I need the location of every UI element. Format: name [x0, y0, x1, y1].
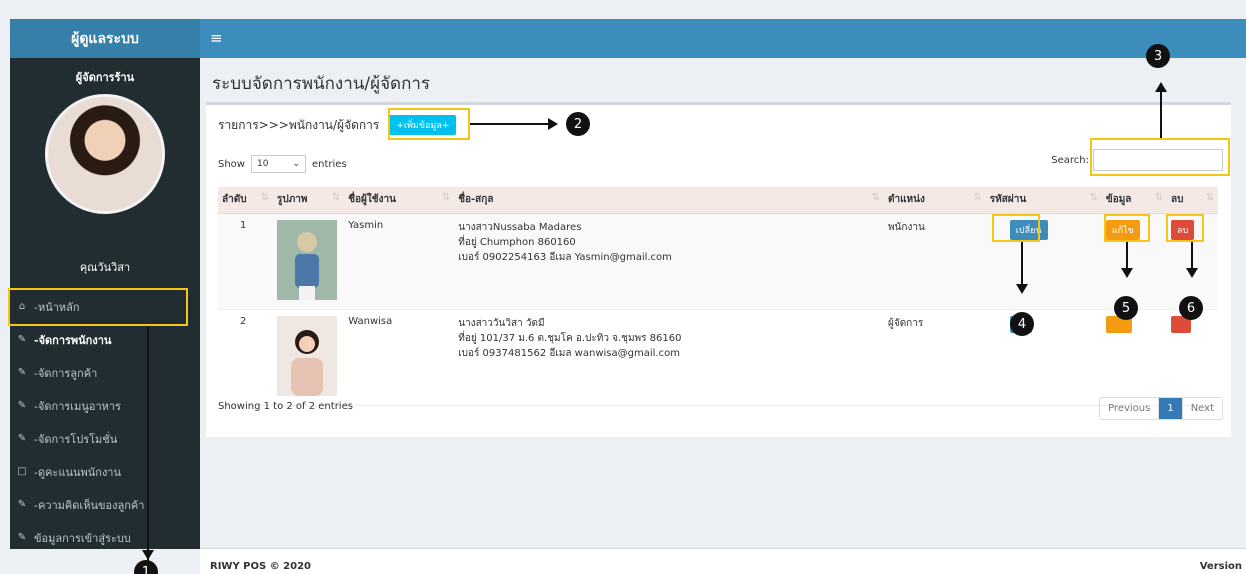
pagination: Previous 1 Next — [1099, 397, 1223, 420]
row-fullname: นางสาวNussaba Madares — [458, 221, 582, 233]
copyright: RIWY POS © 2020 — [210, 561, 312, 572]
avatar — [45, 94, 165, 214]
edit-icon: ✎ — [17, 367, 27, 378]
version-label: Version — [1199, 561, 1242, 572]
row-position: พนักงาน — [883, 213, 986, 310]
user-role: ผู้จัดการร้าน — [75, 71, 135, 84]
hamburger-menu-icon[interactable]: ≡ — [210, 29, 223, 47]
page-size-select[interactable]: 10 ⌄ — [250, 155, 306, 173]
row-photo-cell — [272, 309, 345, 406]
row-details: นางสาวNussaba Madares ที่อยู่ Chumphon 8… — [454, 213, 884, 310]
sidebar: ผู้ดูแลระบบ ผู้จัดการร้าน คุณวันวิสา ⌂ -ห… — [10, 19, 200, 549]
edit-icon: ✎ — [17, 433, 27, 444]
table-header-row: ลำดับ ⇅ รูปภาพ ⇅ ชื่อผู้ใช้งาน ⇅ ชื่อ-สกุล ⇅… — [218, 187, 1218, 214]
highlight-box — [992, 214, 1040, 242]
row-number: 2 — [218, 309, 273, 406]
row-username: Yasmin — [344, 213, 455, 310]
highlight-box — [1166, 214, 1204, 242]
column-header-delete[interactable]: ลบ ⇅ — [1167, 187, 1218, 214]
highlight-box — [1104, 214, 1150, 242]
row-delete-cell — [1167, 309, 1218, 406]
edit-icon: ✎ — [17, 334, 27, 345]
row-username: Wanwisa — [344, 309, 455, 406]
callout-5: 5 — [1114, 296, 1138, 320]
annotation-arrow-head — [142, 550, 154, 560]
row-contact: เบอร์ 0937481562 อีเมล wanwisa@gmail.com — [458, 347, 680, 359]
row-address: ที่อยู่ Chumphon 860160 — [458, 236, 576, 248]
annotation-arrow — [470, 123, 550, 125]
square-icon: □ — [17, 466, 27, 477]
annotation-arrow — [1160, 92, 1162, 138]
previous-page-button[interactable]: Previous — [1100, 398, 1160, 419]
user-name: คุณวันวิสา — [79, 261, 131, 274]
row-address: ที่อยู่ 101/37 ม.6 ต.ชุมโค อ.ปะทิว จ.ชุม… — [458, 332, 682, 344]
page-title: ระบบจัดการพนักงาน/ผู้จัดการ — [212, 74, 431, 94]
page-size-control: Show 10 ⌄ entries — [218, 155, 347, 173]
column-header-position[interactable]: ตำแหน่ง ⇅ — [883, 187, 986, 214]
sidebar-item-manage-menu[interactable]: ✎ -จัดการเมนูอาหาร — [10, 389, 200, 422]
user-panel: ผู้จัดการร้าน คุณวันวิสา — [10, 58, 200, 276]
table-info: Showing 1 to 2 of 2 entries — [218, 401, 353, 412]
row-contact: เบอร์ 0902254163 อีเมล Yasmin@gmail.com — [458, 251, 672, 263]
edit-icon: ✎ — [17, 499, 27, 510]
callout-2: 2 — [566, 112, 590, 136]
employee-photo — [276, 315, 337, 396]
page-1-button[interactable]: 1 — [1159, 398, 1183, 419]
sidebar-menu: ⌂ -หน้าหลัก ✎ -จัดการพนักงาน ✎ -จัดการลูกค้… — [10, 290, 200, 554]
highlight-box — [1090, 138, 1230, 176]
callout-6: 6 — [1179, 296, 1203, 320]
breadcrumb-text: รายการ>>>พนักงาน/ผู้จัดการ — [218, 117, 380, 132]
row-photo-cell — [272, 213, 345, 310]
column-header-no[interactable]: ลำดับ ⇅ — [218, 187, 273, 214]
table-row: 2 Wanwisa นางสาววันวิสา วัดมี ที่อยู่ 10… — [218, 309, 1218, 406]
annotation-arrow-head — [1186, 268, 1198, 278]
sidebar-item-customer-feedback[interactable]: ✎ -ความคิดเห็นของลูกค้า — [10, 488, 200, 521]
callout-3: 3 — [1146, 44, 1170, 68]
annotation-arrow — [1126, 242, 1128, 270]
column-header-fullname[interactable]: ชื่อ-สกุล ⇅ — [454, 187, 884, 214]
row-edit-cell — [1101, 309, 1168, 406]
entries-label: entries — [311, 158, 347, 170]
callout-4: 4 — [1010, 312, 1034, 336]
row-password-cell — [985, 309, 1102, 406]
column-header-image[interactable]: รูปภาพ ⇅ — [272, 187, 345, 214]
highlight-box — [388, 108, 470, 140]
next-page-button[interactable]: Next — [1183, 398, 1222, 419]
row-number: 1 — [218, 213, 273, 310]
sidebar-item-employee-scores[interactable]: □ -ดูคะแนนพนักงาน — [10, 455, 200, 488]
annotation-arrow — [147, 326, 149, 566]
table-row: 1 Yasmin นางสาวNussaba Madares ที่อยู่ C… — [218, 213, 1218, 310]
sidebar-item-manage-employees[interactable]: ✎ -จัดการพนักงาน — [10, 323, 200, 356]
sidebar-item-login-log[interactable]: ✎ ข้อมูลการเข้าสู่ระบบ — [10, 521, 200, 554]
row-details: นางสาววันวิสา วัดมี ที่อยู่ 101/37 ม.6 ต… — [454, 309, 884, 406]
row-position: ผู้จัดการ — [883, 309, 986, 406]
callout-1: 1 — [134, 560, 158, 574]
chevron-down-icon: ⌄ — [292, 159, 300, 169]
annotation-arrow — [1021, 242, 1023, 286]
employee-table: ลำดับ ⇅ รูปภาพ ⇅ ชื่อผู้ใช้งาน ⇅ ชื่อ-สกุล ⇅… — [218, 187, 1218, 406]
brand-title[interactable]: ผู้ดูแลระบบ — [10, 19, 200, 58]
edit-icon: ✎ — [17, 532, 27, 543]
annotation-arrow — [1191, 242, 1193, 270]
column-header-info[interactable]: ข้อมูล ⇅ — [1101, 187, 1168, 214]
column-header-username[interactable]: ชื่อผู้ใช้งาน ⇅ — [344, 187, 455, 214]
topbar: ≡ — [200, 19, 1246, 58]
annotation-arrow-head — [548, 118, 558, 130]
employee-photo — [276, 219, 337, 300]
row-fullname: นางสาววันวิสา วัดมี — [458, 317, 545, 329]
show-label: Show — [218, 158, 245, 170]
sidebar-item-manage-promotions[interactable]: ✎ -จัดการโปรโมชั่น — [10, 422, 200, 455]
annotation-arrow-head — [1155, 82, 1167, 92]
sidebar-item-manage-customers[interactable]: ✎ -จัดการลูกค้า — [10, 356, 200, 389]
content-box: รายการ>>>พนักงาน/ผู้จัดการ +เพิ่มข้อมูล+… — [206, 102, 1231, 437]
edit-icon: ✎ — [17, 400, 27, 411]
highlight-box — [8, 288, 188, 326]
column-header-password[interactable]: รหัสผ่าน ⇅ — [985, 187, 1102, 214]
search-label: Search: — [1051, 154, 1089, 166]
annotation-arrow-head — [1121, 268, 1133, 278]
annotation-arrow-head — [1016, 284, 1028, 294]
page-footer: RIWY POS © 2020 Version — [200, 548, 1246, 574]
